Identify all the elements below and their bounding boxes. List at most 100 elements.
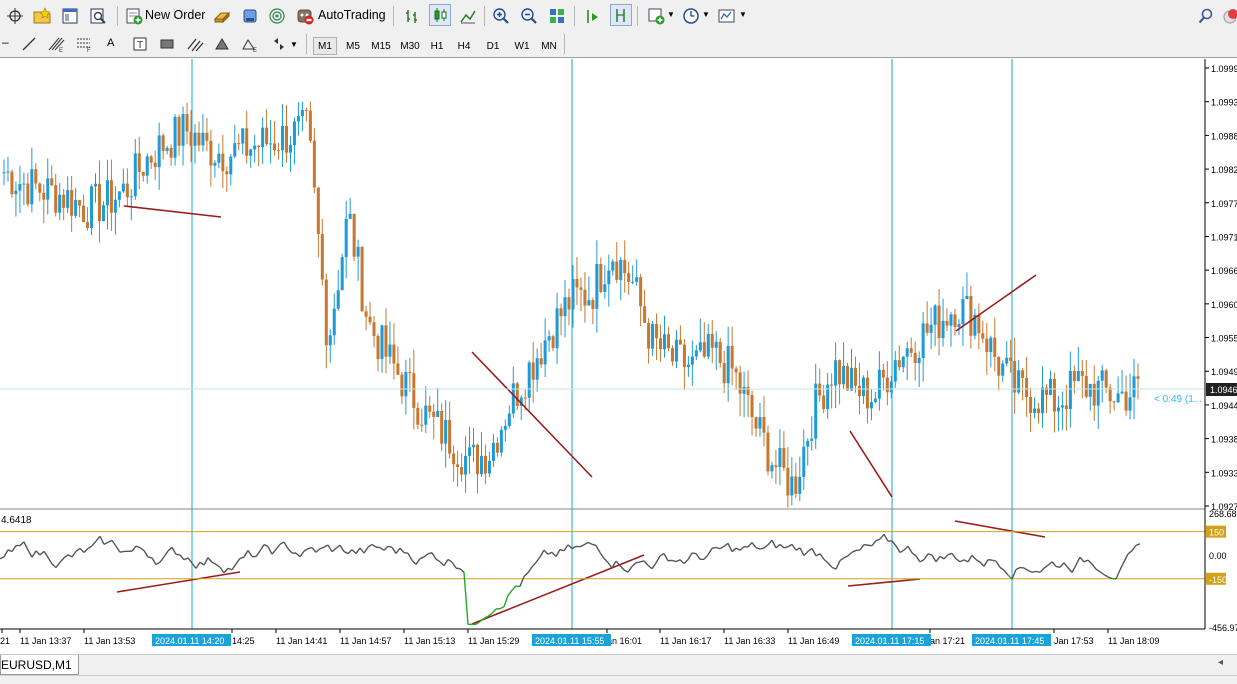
candle-body <box>249 149 252 155</box>
gold-bars-icon[interactable] <box>211 5 233 27</box>
new-order-icon[interactable] <box>123 5 145 27</box>
signals-icon[interactable] <box>266 5 288 27</box>
timeframe-d1[interactable]: D1 <box>482 37 504 55</box>
candle-body <box>918 358 921 363</box>
candle-body <box>269 143 272 144</box>
indicator-axis-label: 150 <box>1209 528 1224 538</box>
candle-body <box>472 445 475 448</box>
candle-body <box>906 348 909 356</box>
candle-body <box>1129 397 1132 410</box>
channel-icon[interactable] <box>184 33 206 55</box>
bar-chart-icon[interactable] <box>401 5 423 27</box>
highlighted-time-label: 2024.01.11 14:20 <box>155 636 224 646</box>
candle-body <box>189 132 192 146</box>
candle-body <box>627 273 630 282</box>
candle-body <box>273 143 276 150</box>
chart-shift-icon[interactable] <box>610 4 632 26</box>
candle-body <box>10 172 13 195</box>
timeframe-m30[interactable]: M30 <box>397 37 423 55</box>
trendline-icon[interactable] <box>18 33 40 55</box>
candle-body <box>1033 408 1036 412</box>
candle-body <box>146 156 149 175</box>
folder-star-icon[interactable] <box>31 5 53 27</box>
autotrading-icon[interactable] <box>294 5 316 27</box>
candle-body <box>42 193 45 200</box>
crosshair-icon[interactable] <box>4 5 26 27</box>
price-chart[interactable]: < 0:49 (1... 4.6418 1.09991.09931.09881.… <box>0 59 1237 654</box>
new-order-button[interactable]: New Order <box>145 8 205 22</box>
notifications-icon[interactable] <box>1219 5 1237 27</box>
candle-body <box>623 260 626 273</box>
time-label: 11 Jan 15:13 <box>404 636 455 646</box>
candle-body <box>1049 379 1052 395</box>
chevron-down-icon[interactable]: ▼ <box>667 10 675 19</box>
candle-body <box>822 396 825 409</box>
candle-body <box>345 219 348 257</box>
chevron-down-icon[interactable]: ▼ <box>739 10 747 19</box>
horizontal-line-icon[interactable]: – <box>2 35 9 49</box>
fibonacci-channel-icon[interactable]: E <box>45 33 67 55</box>
zoom-window-icon[interactable] <box>87 5 109 27</box>
candle-body <box>524 398 527 399</box>
candle-body <box>699 342 702 350</box>
candle-body <box>6 172 9 173</box>
current-price-label: 1.0946 <box>1210 385 1237 395</box>
candle-body <box>858 386 861 396</box>
candle-body <box>289 145 292 152</box>
timeframe-m15[interactable]: M15 <box>368 37 394 55</box>
templates-icon[interactable] <box>716 5 738 27</box>
line-chart-icon[interactable] <box>457 5 479 27</box>
search-icon[interactable] <box>1195 5 1217 27</box>
periods-clock-icon[interactable] <box>680 5 702 27</box>
market-watch-icon[interactable] <box>239 5 261 27</box>
scroll-right-icon[interactable]: ◂ <box>1218 657 1223 668</box>
candle-body <box>321 234 324 280</box>
candle-body <box>162 135 165 151</box>
fibonacci-icon[interactable]: F <box>73 33 95 55</box>
candle-body <box>58 195 61 213</box>
autotrading-button[interactable]: AutoTrading <box>318 8 386 22</box>
chevron-down-icon[interactable]: ▼ <box>290 40 298 49</box>
candle-body <box>154 163 157 167</box>
timeframe-m1[interactable]: M1 <box>313 37 337 55</box>
timeframe-mn[interactable]: MN <box>537 37 561 55</box>
tile-windows-icon[interactable] <box>546 5 568 27</box>
zoom-in-icon[interactable] <box>490 5 512 27</box>
indicators-icon[interactable] <box>645 5 667 27</box>
candle-body <box>122 184 125 192</box>
oscillator-segment <box>456 568 460 569</box>
oscillator-segment <box>176 554 180 555</box>
candle-body <box>922 323 925 357</box>
timeframe-h4[interactable]: H4 <box>453 37 475 55</box>
candle-body <box>1136 376 1139 379</box>
candle-body <box>182 114 185 146</box>
candle-body <box>480 456 483 474</box>
text-tool-icon[interactable]: A <box>107 37 114 49</box>
chevron-down-icon[interactable]: ▼ <box>702 10 710 19</box>
auto-scroll-icon[interactable] <box>582 5 604 27</box>
candle-body <box>201 133 204 146</box>
timeframe-w1[interactable]: W1 <box>510 37 534 55</box>
candle-body <box>1101 370 1104 380</box>
candle-body <box>333 309 336 336</box>
candle-body <box>715 342 718 348</box>
arrows-icon[interactable] <box>268 33 290 55</box>
window-icon[interactable] <box>59 5 81 27</box>
ellipse-tool-icon[interactable]: E <box>239 33 261 55</box>
timeframe-h1[interactable]: H1 <box>426 37 448 55</box>
candle-body <box>762 417 765 433</box>
text-label-icon[interactable]: T <box>129 33 151 55</box>
candlestick-chart-icon[interactable] <box>429 4 451 26</box>
chart-tab-eurusd[interactable]: EURUSD,M1 <box>0 655 79 675</box>
candle-body <box>782 448 785 468</box>
candle-body <box>38 183 41 192</box>
candle-body <box>910 348 913 353</box>
triangle-icon[interactable] <box>211 33 233 55</box>
rectangle-icon[interactable] <box>156 33 178 55</box>
candle-body <box>675 340 678 362</box>
candle-body <box>663 334 666 349</box>
zoom-out-icon[interactable] <box>518 5 540 27</box>
timeframe-m5[interactable]: M5 <box>341 37 365 55</box>
candle-body <box>603 284 606 292</box>
candle-body <box>540 358 543 364</box>
